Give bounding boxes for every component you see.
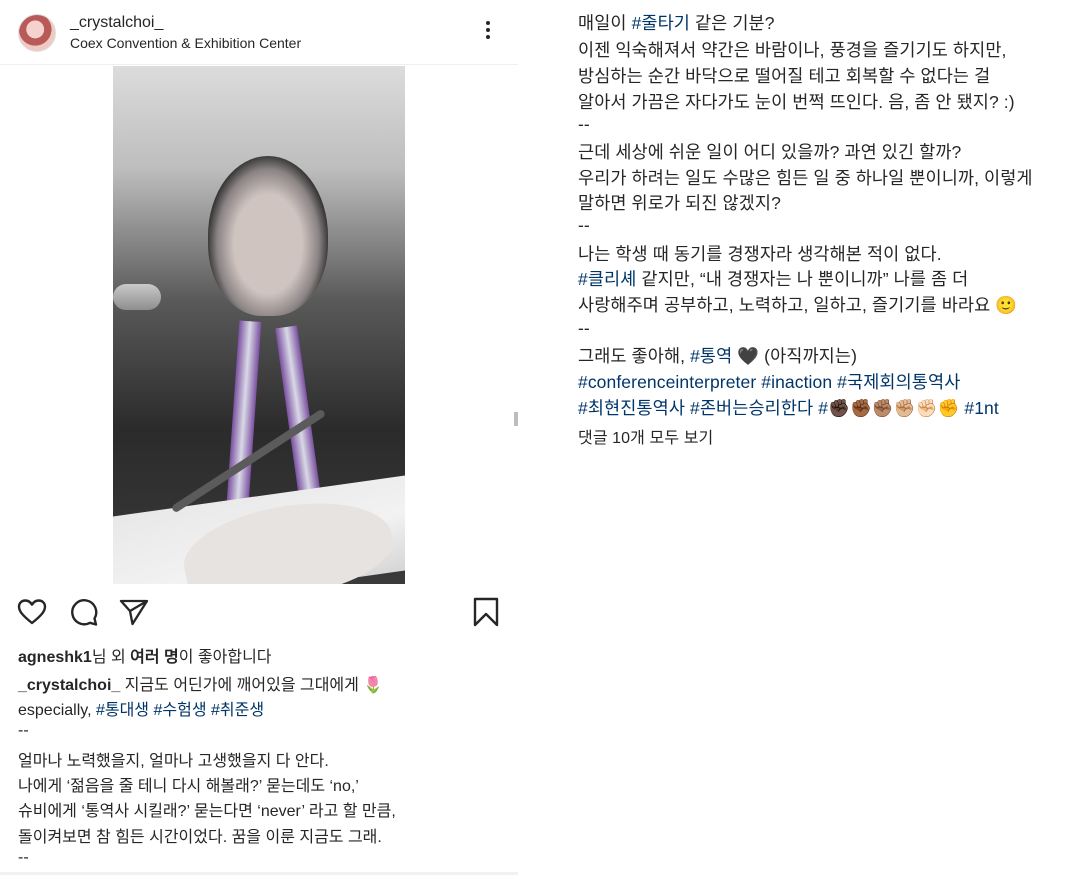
- hashtag-link[interactable]: #conferenceinterpreter: [578, 372, 756, 392]
- likes-summary: agneshk1님 외 여러 명이 좋아합니다: [18, 643, 272, 667]
- more-vertical-icon[interactable]: [478, 18, 498, 46]
- hashtag-link[interactable]: #통대생: [96, 702, 149, 719]
- post-username[interactable]: _crystalchoi_: [70, 14, 163, 32]
- video-person: [208, 156, 328, 316]
- caption-line: #클리셰 같지만, “내 경쟁자는 나 뿐이니까” 나를 좀 더: [578, 266, 968, 291]
- caption-line: #conferenceinterpreter #inaction #국제회의통역…: [578, 369, 960, 394]
- caption-line: 그래도 좋아해, #통역 🖤 (아직까지는): [578, 343, 857, 368]
- post-location[interactable]: Coex Convention & Exhibition Center: [70, 35, 301, 51]
- post-left-panel: _crystalchoi_ Coex Convention & Exhibiti…: [0, 0, 518, 875]
- avatar[interactable]: [18, 14, 56, 52]
- caption-line: 매일이 #줄타기 같은 기분?: [578, 10, 775, 35]
- caption-line: 말하면 위로가 되진 않겠지?: [578, 193, 781, 213]
- hashtag-link[interactable]: #클리셰: [578, 269, 636, 289]
- caption-line: 방심하는 순간 바닥으로 떨어질 테고 회복할 수 없다는 걸: [578, 66, 991, 86]
- hashtag-link[interactable]: #통역: [690, 346, 732, 366]
- caption-text: 지금도 어딘가에 깨어있을 그대에게 🌷: [120, 677, 384, 694]
- caption-separator: --: [578, 318, 590, 338]
- caption-text: 같은 기분?: [690, 13, 775, 33]
- caption-text: 매일이: [578, 13, 632, 33]
- bookmark-icon[interactable]: [470, 596, 502, 628]
- hashtag-link[interactable]: #줄타기: [632, 13, 690, 33]
- post-header: _crystalchoi_ Coex Convention & Exhibiti…: [0, 0, 518, 65]
- comment-icon[interactable]: [68, 596, 100, 628]
- caption-author[interactable]: _crystalchoi_: [18, 677, 120, 694]
- hashtag-link[interactable]: #✊🏿✊🏾✊🏽✊🏼✊🏻✊: [818, 398, 959, 418]
- caption-line: 나는 학생 때 동기를 경쟁자라 생각해본 적이 없다.: [578, 244, 942, 264]
- caption-line: _crystalchoi_ 지금도 어딘가에 깨어있을 그대에게 🌷: [18, 671, 383, 695]
- heart-icon[interactable]: [16, 596, 48, 628]
- post-right-panel: 매일이 #줄타기 같은 기분? 이젠 익숙해져서 약간은 바람이나, 풍경을 즐…: [518, 0, 1072, 875]
- caption-text: 같지만, “내 경쟁자는 나 뿐이니까” 나를 좀 더: [636, 269, 969, 289]
- hashtag-link[interactable]: #국제회의통역사: [837, 372, 960, 392]
- view-all-comments-link[interactable]: 댓글 10개 모두 보기: [578, 424, 713, 448]
- caption-line: 돌이켜보면 참 힘든 시간이었다. 꿈을 이룬 지금도 그래.: [18, 829, 382, 846]
- caption-line: especially, #통대생 #수험생 #취준생: [18, 696, 264, 720]
- likes-user[interactable]: agneshk1: [18, 649, 92, 666]
- caption-text: 🖤 (아직까지는): [732, 346, 857, 366]
- hashtag-link[interactable]: #최현진통역사: [578, 398, 685, 418]
- caption-line: 알아서 가끔은 자다가도 눈이 번쩍 뜨인다. 음, 좀 안 됐지? :): [578, 92, 1015, 112]
- hashtag-link[interactable]: #수험생: [153, 702, 206, 719]
- likes-text: 님 외: [91, 649, 131, 666]
- post-video[interactable]: [113, 66, 405, 584]
- caption-line: 나에게 ‘젊음을 줄 테니 다시 해볼래?’ 묻는데도 ‘no,’: [18, 778, 359, 795]
- send-icon[interactable]: [118, 596, 150, 628]
- likes-others[interactable]: 여러 명: [130, 649, 179, 666]
- caption-separator: --: [578, 114, 590, 134]
- caption-separator: --: [18, 722, 29, 739]
- hashtag-link[interactable]: #존버는승리한다: [690, 398, 813, 418]
- caption-line: 슈비에게 ‘통역사 시킬래?’ 묻는다면 ‘never’ 라고 할 만큼,: [18, 803, 396, 820]
- caption-text: especially,: [18, 702, 96, 719]
- caption-line: 이젠 익숙해져서 약간은 바람이나, 풍경을 즐기기도 하지만,: [578, 40, 1007, 60]
- caption-line: #최현진통역사 #존버는승리한다 #✊🏿✊🏾✊🏽✊🏼✊🏻✊ #1nt: [578, 395, 999, 420]
- hashtag-link[interactable]: #inaction: [761, 372, 832, 392]
- hashtag-link[interactable]: #1nt: [964, 398, 998, 418]
- hashtag-link[interactable]: #취준생: [211, 702, 264, 719]
- caption-text: 그래도 좋아해,: [578, 346, 691, 366]
- caption-line: 근데 세상에 쉬운 일이 어디 있을까? 과연 있긴 할까?: [578, 142, 962, 162]
- caption-line: 얼마나 노력했을지, 얼마나 고생했을지 다 안다.: [18, 753, 329, 770]
- caption-separator: --: [578, 215, 590, 235]
- likes-suffix: 이 좋아합니다: [178, 649, 272, 666]
- action-bar: [0, 596, 518, 630]
- caption-line: 사랑해주며 공부하고, 노력하고, 일하고, 즐기기를 바라요 🙂: [578, 295, 1018, 315]
- video-microphone: [113, 284, 161, 310]
- caption-line: 우리가 하려는 일도 수많은 힘든 일 중 하나일 뿐이니까, 이렇게: [578, 168, 1033, 188]
- caption-separator: --: [18, 849, 29, 866]
